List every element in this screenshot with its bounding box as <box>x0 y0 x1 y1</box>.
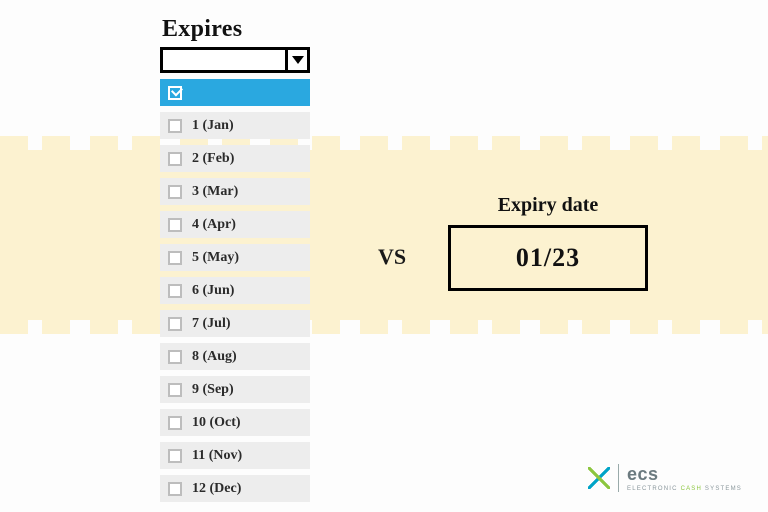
caret-down-icon <box>292 56 304 64</box>
checkbox-icon <box>168 449 182 463</box>
ecs-logo-sub-accent: CASH <box>681 486 702 492</box>
expires-title: Expires <box>160 16 310 47</box>
checkbox-icon <box>168 350 182 364</box>
expiry-value-box: 01/23 <box>448 225 648 291</box>
ecs-logo-text: ecs ELECTRONIC CASH SYSTEMS <box>627 465 742 492</box>
expires-option-label: 11 (Nov) <box>192 448 242 464</box>
checkbox-icon <box>168 218 182 232</box>
expires-option[interactable]: 5 (May) <box>160 244 310 271</box>
ecs-logo-brand: ecs <box>627 465 742 483</box>
expires-option-label: 8 (Aug) <box>192 349 237 365</box>
expires-option-label: 1 (Jan) <box>192 118 234 134</box>
checkbox-icon <box>168 119 182 133</box>
expires-combobox[interactable] <box>160 47 310 73</box>
expires-option[interactable]: 2 (Feb) <box>160 145 310 172</box>
expires-option[interactable]: 6 (Jun) <box>160 277 310 304</box>
expires-option[interactable]: 1 (Jan) <box>160 112 310 139</box>
expires-combobox-caret-button[interactable] <box>285 50 307 70</box>
expires-option-label: 6 (Jun) <box>192 283 234 299</box>
expires-option-label: 2 (Feb) <box>192 151 234 167</box>
expires-option-label: 9 (Sep) <box>192 382 234 398</box>
checkbox-icon <box>168 383 182 397</box>
checkbox-icon <box>168 152 182 166</box>
expires-option[interactable]: 11 (Nov) <box>160 442 310 469</box>
vs-label: VS <box>378 244 406 270</box>
expires-panel: Expires 1 (Jan) 2 (Feb) 3 (Mar) 4 (Apr) <box>160 16 310 502</box>
expires-option[interactable]: 9 (Sep) <box>160 376 310 403</box>
checkbox-icon <box>168 416 182 430</box>
expires-option[interactable]: 12 (Dec) <box>160 475 310 502</box>
ecs-logo: ecs ELECTRONIC CASH SYSTEMS <box>588 464 742 492</box>
checkbox-icon <box>168 317 182 331</box>
ecs-logo-subtitle: ELECTRONIC CASH SYSTEMS <box>627 486 742 492</box>
expires-option-label: 5 (May) <box>192 250 239 266</box>
expires-combobox-field[interactable] <box>163 50 285 70</box>
expires-option-label: 7 (Jul) <box>192 316 231 332</box>
expires-option-blank[interactable] <box>160 79 310 106</box>
expiry-title: Expiry date <box>448 194 648 217</box>
expires-option[interactable]: 4 (Apr) <box>160 211 310 238</box>
expires-option[interactable]: 8 (Aug) <box>160 343 310 370</box>
expires-option[interactable]: 10 (Oct) <box>160 409 310 436</box>
expires-option[interactable]: 3 (Mar) <box>160 178 310 205</box>
checkbox-icon <box>168 284 182 298</box>
expires-option-label: 10 (Oct) <box>192 415 241 431</box>
checkbox-icon <box>168 86 182 100</box>
ecs-logo-sub-post: SYSTEMS <box>702 486 742 492</box>
expires-option[interactable]: 7 (Jul) <box>160 310 310 337</box>
ecs-logo-sub-pre: ELECTRONIC <box>627 486 681 492</box>
checkbox-icon <box>168 251 182 265</box>
expires-option-label: 4 (Apr) <box>192 217 236 233</box>
logo-divider <box>618 464 619 492</box>
expires-option-label: 3 (Mar) <box>192 184 238 200</box>
expiry-value: 01/23 <box>516 243 580 273</box>
checkbox-icon <box>168 482 182 496</box>
expiry-panel: Expiry date 01/23 <box>448 194 648 291</box>
ecs-logo-mark-icon <box>588 467 610 489</box>
expires-option-label: 12 (Dec) <box>192 481 241 497</box>
checkbox-icon <box>168 185 182 199</box>
